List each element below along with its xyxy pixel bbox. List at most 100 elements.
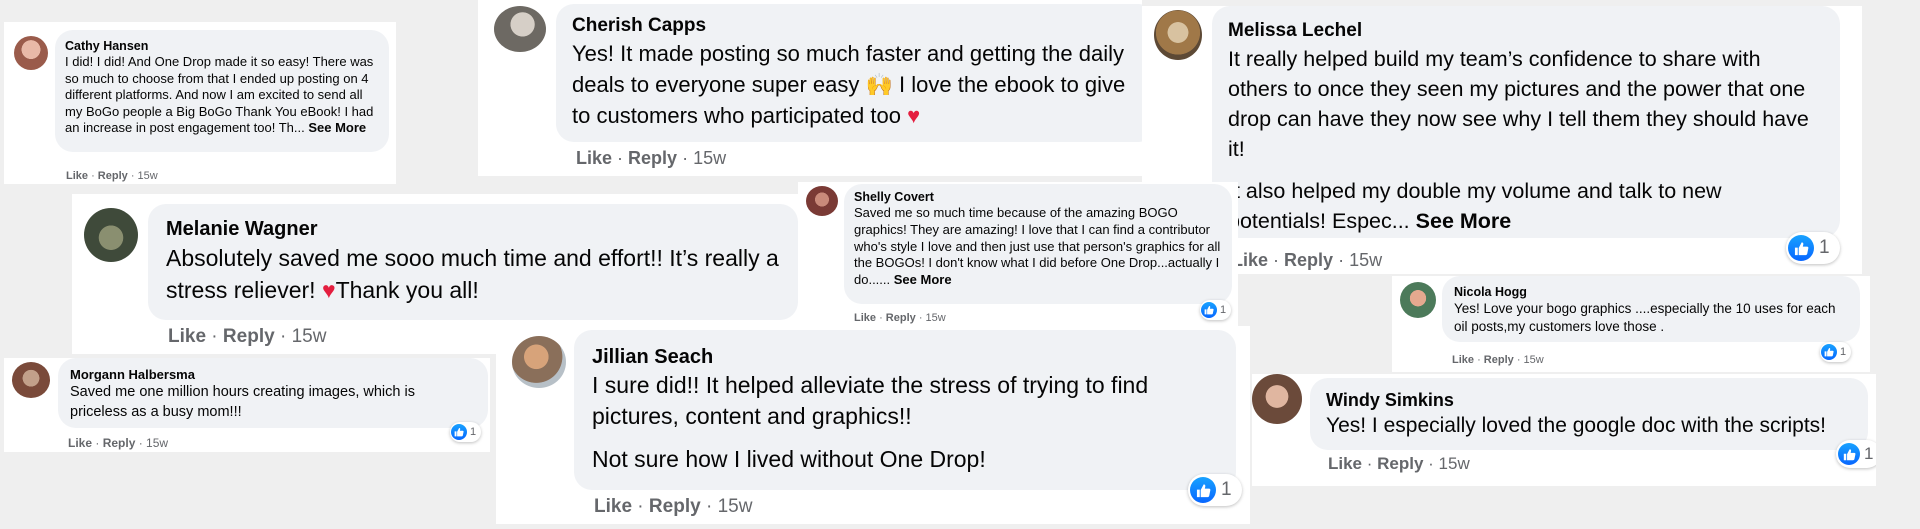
comment-text: I did! I did! And One Drop made it so ea… xyxy=(65,54,379,137)
heart-emoji-icon: ♥ xyxy=(907,103,921,128)
like-link[interactable]: Like xyxy=(66,170,88,182)
comment-bubble: Morgann Halbersma Saved me one million h… xyxy=(58,358,488,428)
see-more-link[interactable]: See More xyxy=(1416,209,1512,233)
comment-card-cherish: Cherish Capps Yes! It made posting so mu… xyxy=(478,0,1142,176)
reply-link[interactable]: Reply xyxy=(1284,250,1333,270)
like-link[interactable]: Like xyxy=(1452,354,1474,366)
comment-bubble: Jillian Seach I sure did!! It helped all… xyxy=(574,330,1236,490)
reaction-count[interactable]: 1 xyxy=(450,422,482,442)
like-link[interactable]: Like xyxy=(576,148,612,168)
reaction-count[interactable]: 1 xyxy=(1200,300,1232,320)
comment-bubble: Nicola Hogg Yes! Love your bogo graphics… xyxy=(1442,276,1860,342)
commenter-name[interactable]: Melanie Wagner xyxy=(166,216,780,242)
see-more-link[interactable]: See More xyxy=(308,120,366,135)
comment-text: Saved me one million hours creating imag… xyxy=(70,384,415,420)
comment-card-cathy: Cathy Hansen I did! I did! And One Drop … xyxy=(4,22,396,184)
comment-bubble: Shelly Covert Saved me so much time beca… xyxy=(844,184,1232,304)
commenter-name[interactable]: Shelly Covert xyxy=(854,190,1222,205)
thumbs-up-icon xyxy=(1201,302,1217,318)
timestamp[interactable]: 15w xyxy=(1439,454,1470,473)
avatar[interactable] xyxy=(512,336,566,388)
reaction-number: 1 xyxy=(1220,304,1227,316)
comment-text: Yes! It made posting so much faster and … xyxy=(572,38,1140,131)
commenter-name[interactable]: Jillian Seach xyxy=(592,344,1218,370)
comment-card-jillian: Jillian Seach I sure did!! It helped all… xyxy=(496,326,1250,524)
comment-actions: Like · Reply · 15w xyxy=(1232,250,1383,270)
reply-link[interactable]: Reply xyxy=(886,312,916,324)
like-link[interactable]: Like xyxy=(168,326,206,347)
timestamp[interactable]: 15w xyxy=(1524,354,1544,366)
comment-text: Absolutely saved me sooo much time and e… xyxy=(166,242,780,306)
timestamp[interactable]: 15w xyxy=(1349,250,1382,270)
thumbs-up-icon xyxy=(1838,443,1860,465)
see-more-link[interactable]: See More xyxy=(894,272,952,287)
timestamp[interactable]: 15w xyxy=(718,496,753,517)
comment-bubble: Melanie Wagner Absolutely saved me sooo … xyxy=(148,204,798,320)
reply-link[interactable]: Reply xyxy=(628,148,677,168)
avatar[interactable] xyxy=(1252,374,1302,424)
like-link[interactable]: Like xyxy=(68,436,92,450)
commenter-name[interactable]: Morgann Halbersma xyxy=(70,366,476,383)
avatar[interactable] xyxy=(494,6,546,52)
comment-card-morgann: Morgann Halbersma Saved me one million h… xyxy=(4,358,490,452)
reaction-number: 1 xyxy=(470,426,477,438)
reply-link[interactable]: Reply xyxy=(1484,354,1514,366)
avatar[interactable] xyxy=(12,362,50,398)
comment-bubble: Melissa Lechel It really helped build my… xyxy=(1212,6,1840,238)
timestamp[interactable]: 15w xyxy=(693,148,726,168)
comment-bubble: Cathy Hansen I did! I did! And One Drop … xyxy=(55,30,389,152)
like-link[interactable]: Like xyxy=(594,496,632,517)
commenter-name[interactable]: Melissa Lechel xyxy=(1228,18,1824,44)
thumbs-up-icon xyxy=(451,424,467,440)
comment-bubble: Windy Simkins Yes! I especially loved th… xyxy=(1310,378,1868,450)
comment-card-shelly: Shelly Covert Saved me so much time beca… xyxy=(798,182,1238,330)
reply-link[interactable]: Reply xyxy=(649,496,701,517)
comment-text: Yes! Love your bogo graphics ....especia… xyxy=(1454,301,1836,334)
reaction-count[interactable]: 1 xyxy=(1188,474,1242,506)
comment-actions: Like · Reply · 15w xyxy=(576,148,727,168)
comment-actions: Like · Reply · 15w xyxy=(68,436,169,450)
commenter-name[interactable]: Cherish Capps xyxy=(572,14,1140,38)
comment-bubble: Cherish Capps Yes! It made posting so mu… xyxy=(556,4,1142,142)
timestamp[interactable]: 15w xyxy=(292,326,327,347)
commenter-name[interactable]: Windy Simkins xyxy=(1326,388,1852,412)
thumbs-up-icon xyxy=(1788,235,1814,261)
comment-paragraph: I sure did!! It helped alleviate the str… xyxy=(592,372,1149,429)
like-link[interactable]: Like xyxy=(854,312,876,324)
like-link[interactable]: Like xyxy=(1328,454,1362,473)
reply-link[interactable]: Reply xyxy=(1377,454,1423,473)
avatar[interactable] xyxy=(84,208,138,262)
reaction-count[interactable]: 1 xyxy=(1836,440,1876,468)
comment-card-melissa: Melissa Lechel It really helped build my… xyxy=(1142,6,1862,274)
reaction-number: 1 xyxy=(1221,479,1232,500)
comment-body: Yes! It made posting so much faster and … xyxy=(572,41,1126,128)
timestamp[interactable]: 15w xyxy=(138,170,158,182)
reaction-number: 1 xyxy=(1840,346,1847,358)
commenter-name[interactable]: Nicola Hogg xyxy=(1454,284,1848,300)
avatar[interactable] xyxy=(806,186,838,216)
reaction-count[interactable]: 1 xyxy=(1820,342,1852,362)
reply-link[interactable]: Reply xyxy=(98,170,128,182)
timestamp[interactable]: 15w xyxy=(146,436,168,450)
comment-paragraph: It really helped build my team’s confide… xyxy=(1228,47,1809,161)
comment-actions: Like · Reply · 15w xyxy=(1452,354,1544,366)
avatar[interactable] xyxy=(14,36,48,70)
reaction-count[interactable]: 1 xyxy=(1786,232,1840,264)
comment-actions: Like · Reply · 15w xyxy=(854,312,946,324)
comment-card-windy: Windy Simkins Yes! I especially loved th… xyxy=(1252,374,1876,486)
comment-text: Saved me so much time because of the ama… xyxy=(854,205,1222,289)
timestamp[interactable]: 15w xyxy=(926,312,946,324)
reply-link[interactable]: Reply xyxy=(103,436,136,450)
reply-link[interactable]: Reply xyxy=(223,326,275,347)
commenter-name[interactable]: Cathy Hansen xyxy=(65,38,379,54)
comment-actions: Like · Reply · 15w xyxy=(66,170,158,182)
comment-actions: Like · Reply · 15w xyxy=(594,496,753,517)
avatar[interactable] xyxy=(1400,282,1436,318)
comment-actions: Like · Reply · 15w xyxy=(1328,454,1470,473)
comment-card-nicola: Nicola Hogg Yes! Love your bogo graphics… xyxy=(1392,276,1870,372)
comment-paragraph: It also helped my double my volume and t… xyxy=(1228,176,1824,236)
avatar[interactable] xyxy=(1154,10,1202,60)
comment-text: Yes! I especially loved the google doc w… xyxy=(1326,414,1827,437)
thumbs-up-icon xyxy=(1821,344,1837,360)
comment-actions: Like · Reply · 15w xyxy=(168,326,327,347)
